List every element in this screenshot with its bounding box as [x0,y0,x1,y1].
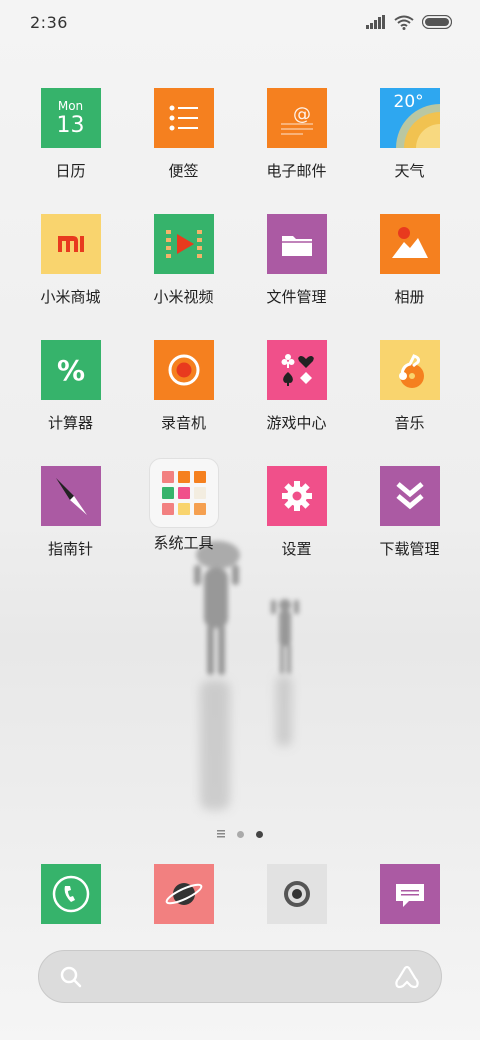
mi-store-icon [40,214,101,274]
app-music[interactable]: 音乐 [353,340,466,433]
weather-temp: 20° [393,92,424,112]
calculator-icon: % [40,340,101,400]
dock-browser[interactable] [127,864,240,924]
signal-icon [366,15,385,29]
app-label: 相册 [394,288,425,306]
search-icon[interactable] [59,965,83,989]
compass-icon [40,466,101,526]
settings-icon [266,466,327,526]
app-notes[interactable]: 便签 [127,88,240,181]
dock-camera[interactable] [240,864,353,924]
app-label: 小米视频 [153,288,214,306]
app-label: 小米商城 [40,288,101,306]
weather-icon: 20° [379,88,440,148]
status-bar: 2:36 [0,0,480,44]
app-video[interactable]: 小米视频 [127,214,240,307]
app-label: 录音机 [160,414,206,432]
dock-messages[interactable] [353,864,466,924]
messages-icon [379,864,440,924]
video-icon [153,214,214,274]
app-settings[interactable]: 设置 [240,466,353,559]
app-label: 系统工具 [153,534,214,552]
page-dot[interactable] [237,830,244,838]
app-downloads[interactable]: 下载管理 [353,466,466,559]
app-weather[interactable]: 20° 天气 [353,88,466,181]
app-label: 电子邮件 [266,162,327,180]
app-label: 天气 [394,162,425,180]
app-calendar[interactable]: Mon 13 日历 [14,88,127,181]
app-label: 文件管理 [266,288,327,306]
folder-icon [266,214,327,274]
calendar-day: Mon [57,99,84,113]
system-tools-folder-icon [148,458,219,528]
recorder-icon [153,340,214,400]
app-compass[interactable]: 指南针 [14,466,127,559]
clock: 2:36 [30,12,68,32]
svg-text:%: % [56,354,84,387]
app-label: 设置 [281,540,312,558]
app-label: 便签 [168,162,199,180]
page-dot-menu[interactable] [217,830,225,838]
app-gallery[interactable]: 相册 [353,214,466,307]
gallery-icon [379,214,440,274]
app-label: 下载管理 [379,540,440,558]
app-label: 指南针 [47,540,93,558]
downloads-icon [379,466,440,526]
calendar-date: 13 [56,113,85,138]
game-center-icon [266,340,327,400]
dock-phone[interactable] [14,864,127,924]
app-label: 音乐 [394,414,425,432]
calendar-icon: Mon 13 [40,88,101,148]
camera-icon [266,864,327,924]
app-label: 游戏中心 [266,414,327,432]
page-indicator[interactable] [0,830,480,838]
folder-system-tools[interactable]: 系统工具 [127,458,240,553]
music-icon [379,340,440,400]
wifi-icon [394,15,414,30]
app-email[interactable]: @ 电子邮件 [240,88,353,181]
battery-icon [422,15,452,29]
phone-icon [40,864,101,924]
page-dot-active[interactable] [256,830,263,838]
status-icons [366,15,452,30]
notes-icon [153,88,214,148]
app-file-manager[interactable]: 文件管理 [240,214,353,307]
app-mi-store[interactable]: 小米商城 [14,214,127,307]
app-game-center[interactable]: 游戏中心 [240,340,353,433]
search-bar[interactable] [38,950,442,1003]
app-recorder[interactable]: 录音机 [127,340,240,433]
app-calculator[interactable]: % 计算器 [14,340,127,433]
app-label: 日历 [55,162,86,180]
browser-icon [153,864,214,924]
assistant-icon[interactable] [393,964,421,990]
email-icon: @ [266,88,327,148]
svg-text:@: @ [293,104,311,125]
app-label: 计算器 [47,414,93,432]
